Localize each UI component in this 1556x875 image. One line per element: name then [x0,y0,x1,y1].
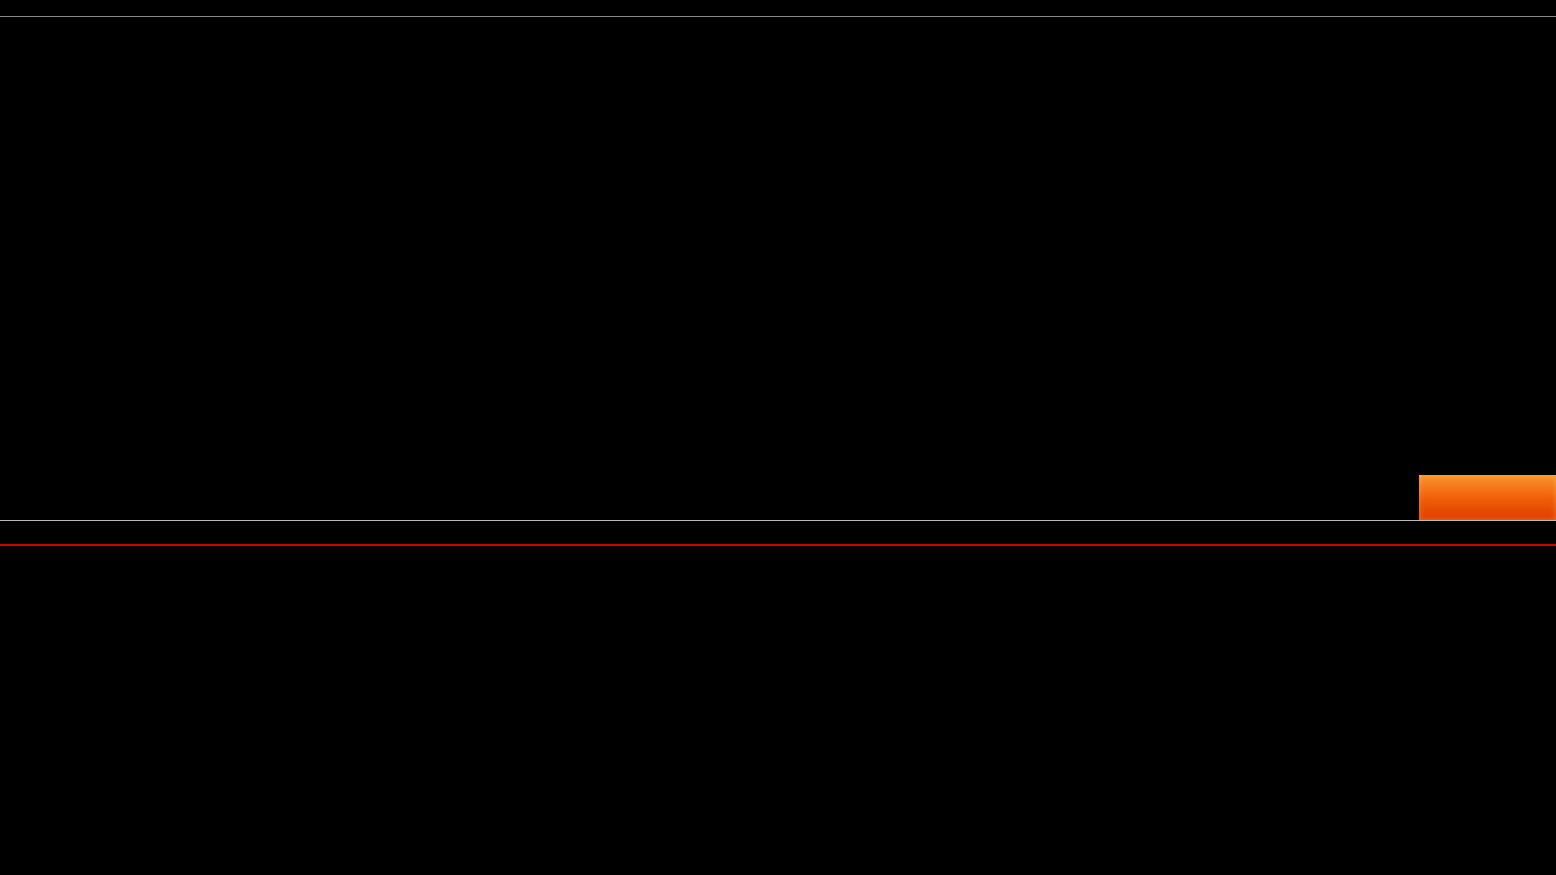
chart-canvas[interactable] [0,0,1556,875]
bottom-panel-titlebar [0,520,1556,546]
ad-logo-box[interactable] [1419,475,1556,520]
top-panel-titlebar [0,0,1556,17]
app-window [0,0,1556,875]
